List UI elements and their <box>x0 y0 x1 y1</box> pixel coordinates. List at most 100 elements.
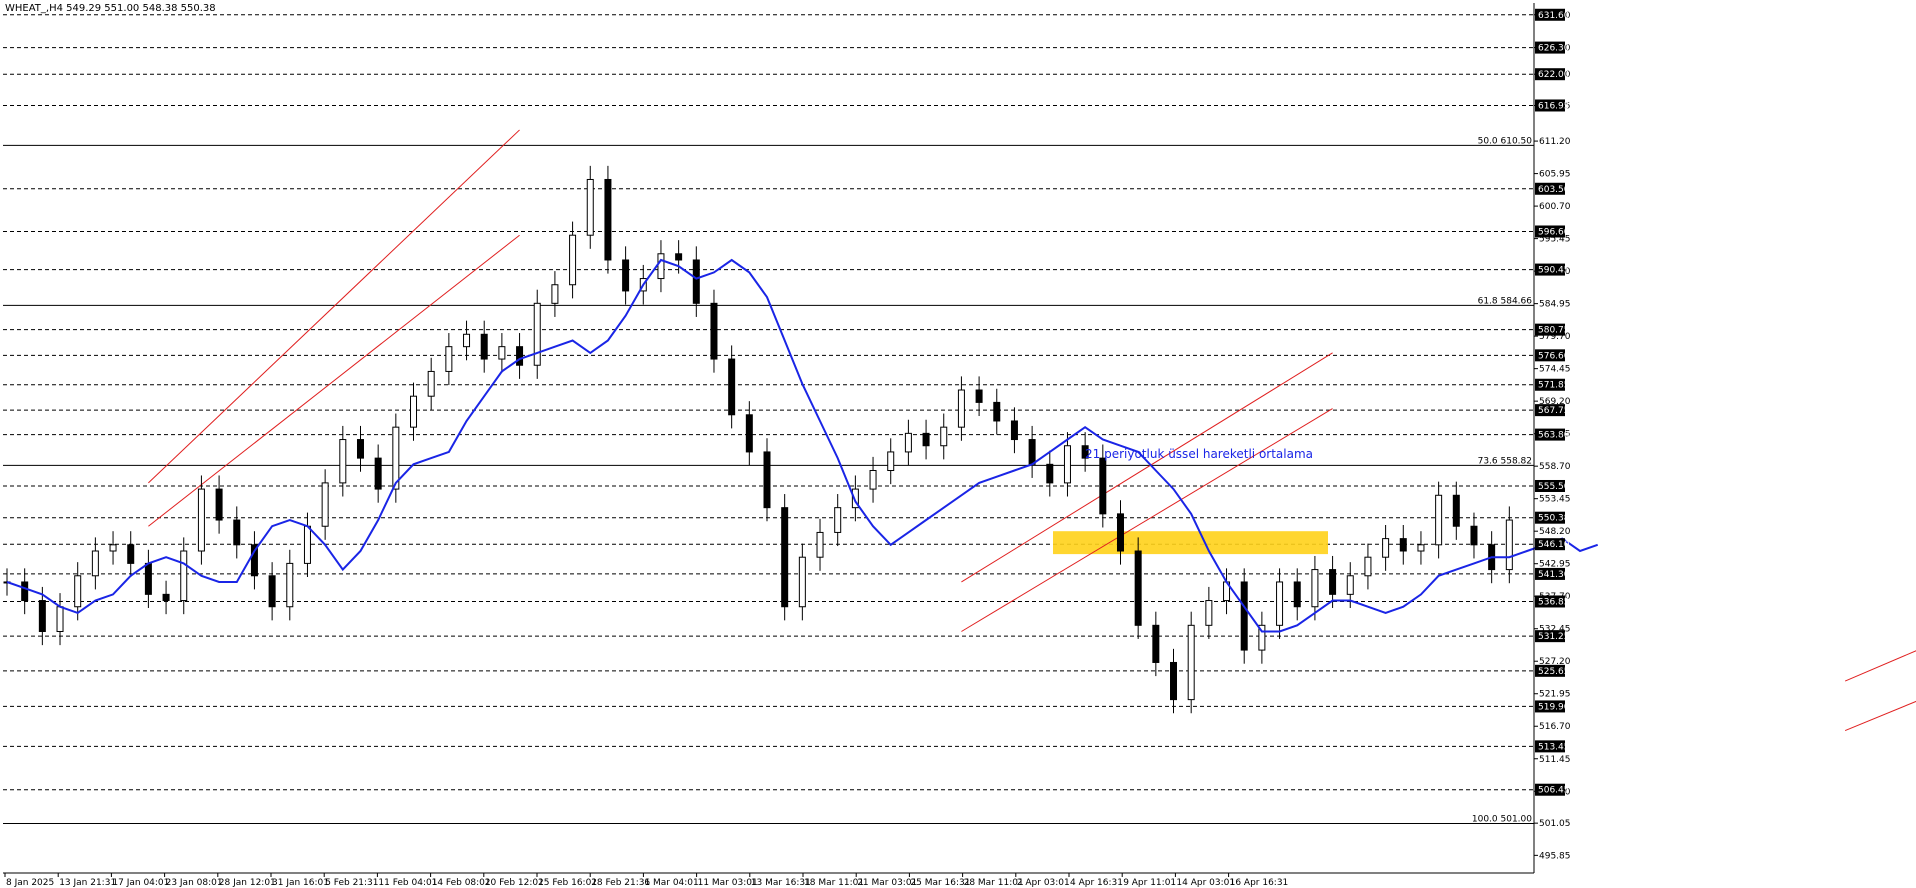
x-tick-label: 11 Mar 03:01 <box>698 878 758 888</box>
y-tick-label: 495.85 <box>1539 851 1571 861</box>
candle-body <box>1170 661 1178 701</box>
candle-body <box>1134 550 1142 626</box>
candlesticks <box>3 165 1513 714</box>
level-tag-label: 513.45 <box>1538 742 1570 752</box>
candle-body <box>56 606 64 633</box>
candle-body <box>1187 624 1195 701</box>
level-tag-label: 567.75 <box>1538 406 1570 416</box>
candle-body <box>798 556 806 608</box>
candle-body <box>710 302 718 360</box>
fib-level-label: 61.8 584.66 <box>1478 296 1533 306</box>
candle-body <box>162 593 170 602</box>
candle-body <box>1152 624 1160 663</box>
candle-body <box>1205 600 1213 626</box>
x-tick-label: 16 Apr 16:31 <box>1230 878 1289 888</box>
level-tag-label: 525.65 <box>1538 667 1570 677</box>
candle-body <box>480 333 488 360</box>
fib-level-label: 73.6 558.82 <box>1478 456 1532 466</box>
level-tag-label: 536.85 <box>1538 597 1570 607</box>
candle-body <box>410 395 418 428</box>
candle-body <box>498 346 506 360</box>
candle-body <box>622 259 630 292</box>
candle-body <box>1452 494 1460 527</box>
x-tick-label: 25 Mar 16:31 <box>910 878 970 888</box>
x-tick-label: 17 Jan 04:01 <box>112 878 169 888</box>
x-tick-label: 28 Feb 21:31 <box>591 878 650 888</box>
candle-body <box>109 544 117 552</box>
level-tag-label: 626.30 <box>1538 44 1570 54</box>
channel-lower-line <box>1844 700 1916 732</box>
candle-body <box>940 426 948 447</box>
candle-body <box>869 470 877 490</box>
level-tag-label: 580.75 <box>1538 326 1570 336</box>
y-tick-label: 521.95 <box>1539 690 1571 700</box>
candle-body <box>144 562 152 595</box>
level-tag-label: 555.50 <box>1538 482 1570 492</box>
channel-lower-line <box>148 234 520 527</box>
chart-axes <box>3 3 1535 874</box>
candle-body <box>74 575 82 608</box>
y-tick-label: 516.70 <box>1539 722 1571 732</box>
candle-body <box>1276 581 1284 626</box>
level-tag-label: 576.60 <box>1538 351 1570 361</box>
candle-body <box>604 178 612 261</box>
level-tag-label: 506.45 <box>1538 786 1570 796</box>
level-tag-label: 546.10 <box>1538 540 1570 550</box>
x-tick-label: 18 Mar 11:01 <box>804 878 864 888</box>
x-tick-label: 11 Feb 04:01 <box>378 878 437 888</box>
candle-body <box>1399 538 1407 552</box>
fib-level-label: 50.0 610.50 <box>1478 136 1533 146</box>
candle-body <box>533 302 541 366</box>
x-tick-label: 4 Apr 16:31 <box>1070 878 1123 888</box>
level-tag-label: 590.45 <box>1538 266 1570 276</box>
candle-body <box>1311 569 1319 608</box>
y-tick-label: 611.20 <box>1539 137 1571 147</box>
candle-body <box>551 284 559 304</box>
x-tick-label: 13 Mar 16:31 <box>751 878 811 888</box>
candle-body <box>374 457 382 490</box>
x-tick-label: 6 Mar 04:01 <box>644 878 698 888</box>
candle-body <box>586 178 594 236</box>
candle-body <box>180 550 188 602</box>
candle-body <box>1505 519 1513 571</box>
candle-body <box>728 358 736 416</box>
x-tick-label: 8 Jan 2025 <box>6 878 54 888</box>
candle-body <box>1063 445 1071 484</box>
y-tick-label: 584.95 <box>1539 300 1571 310</box>
fib-level-label: 100.0 501.00 <box>1472 814 1532 824</box>
y-tick-label: 553.45 <box>1539 495 1571 505</box>
candle-body <box>1099 457 1107 515</box>
x-tick-label: 25 Feb 16:01 <box>538 878 597 888</box>
level-tag-label: 571.85 <box>1538 381 1570 391</box>
candle-body <box>834 507 842 533</box>
candle-body <box>1046 463 1054 484</box>
candle-body <box>233 519 241 546</box>
level-tag-label: 603.50 <box>1538 185 1570 195</box>
x-tick-label: 9 Apr 11:01 <box>1123 878 1176 888</box>
candle-body <box>781 507 789 608</box>
candle-body <box>339 439 347 484</box>
candle-body <box>569 234 577 286</box>
x-tick-label: 21 Mar 03:01 <box>857 878 917 888</box>
candle-body <box>922 432 930 447</box>
y-tick-label: 600.70 <box>1539 202 1571 212</box>
candle-body <box>692 259 700 304</box>
level-tag-label: 616.95 <box>1538 101 1570 111</box>
candle-body <box>904 432 912 453</box>
candle-body <box>463 333 471 348</box>
candle-body <box>286 562 294 608</box>
candle-body <box>975 389 983 403</box>
price-chart[interactable]: 50.0 610.50 61.8 584.66 73.6 558.82 100.0 5… <box>0 0 1916 888</box>
candle-body <box>516 346 524 366</box>
level-tag-label: 550.38 <box>1538 514 1570 524</box>
candle-body <box>1470 525 1478 546</box>
x-tick-label: 31 Jan 16:01 <box>272 878 329 888</box>
candle-body <box>1382 538 1390 558</box>
y-tick-label: 511.45 <box>1539 755 1571 765</box>
candle-body <box>1116 513 1124 552</box>
candle-body <box>21 581 29 602</box>
x-tick-label: 20 Feb 12:01 <box>485 878 544 888</box>
candle-body <box>1435 494 1443 546</box>
y-tick-label: 605.95 <box>1539 170 1571 180</box>
y-tick-label: 548.20 <box>1539 527 1571 537</box>
